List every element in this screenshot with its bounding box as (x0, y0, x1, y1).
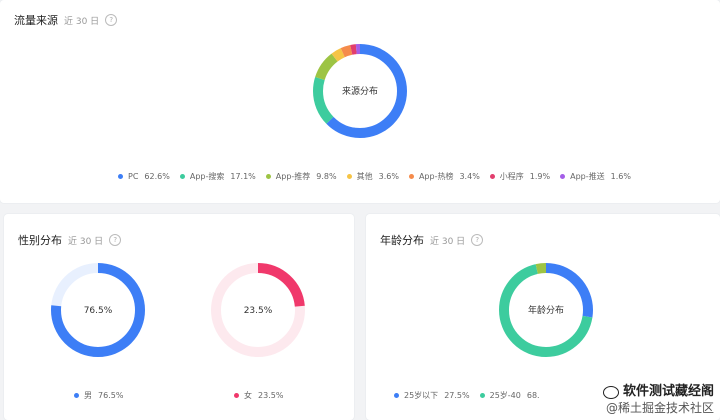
watermark-title: 软件测试藏经阁 (602, 384, 714, 400)
legend-value: 17.1% (230, 172, 256, 181)
legend-item-5[interactable]: 小程序 1.9% (489, 171, 551, 182)
legend-dot (560, 174, 566, 179)
legend-value: 62.6% (144, 172, 170, 181)
legend-value: 9.8% (316, 172, 337, 181)
age-donut-chart: 年龄分布 (499, 263, 593, 357)
traffic-center-label: 来源分布 (342, 85, 378, 97)
male-donut-chart: 76.5% (51, 263, 145, 357)
legend-value: 27.5% (444, 391, 470, 400)
legend-dot (394, 393, 399, 398)
legend-dot (74, 393, 79, 398)
legend-item-4[interactable]: App-热榜 3.4% (408, 171, 480, 182)
legend-item-1[interactable]: App-搜索 17.1% (179, 171, 256, 182)
legend-value: 23.5% (258, 391, 284, 400)
gender-range: 近 30 日 (68, 236, 104, 247)
legend-label: App-搜索 (189, 172, 225, 181)
age-legend: 25岁以下 27.5% 25岁-40 68. (394, 390, 550, 401)
legend-label: 其他 (356, 172, 373, 181)
age-center-label: 年龄分布 (528, 304, 564, 316)
traffic-header: 流量来源 近 30 日 ? (14, 12, 118, 28)
legend-value: 1.6% (610, 172, 631, 181)
legend-label: 小程序 (499, 172, 524, 181)
female-center-label: 23.5% (244, 306, 273, 316)
legend-value: 1.9% (529, 172, 551, 181)
male-center-label: 76.5% (84, 306, 113, 316)
legend-item-0[interactable]: 25岁以下 27.5% (394, 390, 470, 401)
watermark-line1: 软件测试藏经阁 (622, 384, 714, 399)
legend-item-male[interactable]: 男 76.5% (74, 390, 123, 401)
legend-item-1[interactable]: 25岁-40 68. (479, 390, 540, 401)
traffic-help-icon[interactable]: ? (105, 14, 118, 26)
legend-dot (118, 174, 123, 179)
legend-item-2[interactable]: App-推荐 9.8% (265, 171, 337, 182)
traffic-range: 近 30 日 (64, 16, 100, 27)
legend-item-3[interactable]: 其他 3.6% (346, 171, 399, 182)
legend-value: 3.6% (378, 172, 399, 181)
legend-dot (489, 174, 495, 179)
legend-dot (179, 174, 185, 179)
legend-dot (408, 174, 414, 179)
traffic-source-card: 流量来源 近 30 日 ? 来源分布 PC 62.6% App-搜索 17.1% App… (0, 0, 720, 203)
legend-label: 男 (84, 391, 92, 400)
age-range: 近 30 日 (430, 236, 466, 247)
legend-label: 25岁以下 (404, 391, 439, 400)
watermark: 软件测试藏经阁 @稀土掘金技术社区 (602, 384, 714, 416)
age-header: 年龄分布 近 30 日 ? (380, 232, 484, 248)
traffic-donut-chart: 来源分布 (313, 44, 407, 138)
legend-item-female[interactable]: 女 23.5% (234, 390, 283, 401)
legend-label: App-推送 (570, 172, 605, 181)
traffic-title: 流量来源 (14, 14, 58, 27)
watermark-line2: @稀土掘金技术社区 (605, 401, 714, 415)
legend-dot (234, 393, 239, 398)
legend-dot (265, 174, 271, 179)
wechat-icon (602, 385, 619, 399)
female-donut-chart: 23.5% (211, 263, 305, 357)
legend-item-6[interactable]: App-推送 1.6% (560, 171, 631, 182)
age-help-icon[interactable]: ? (471, 234, 484, 246)
age-title: 年龄分布 (380, 234, 424, 247)
gender-header: 性别分布 近 30 日 ? (18, 232, 122, 248)
gender-help-icon[interactable]: ? (109, 234, 122, 246)
legend-label: 25岁-40 (489, 391, 521, 400)
legend-dot (346, 174, 352, 179)
legend-dot (479, 393, 485, 398)
female-legend: 女 23.5% (234, 390, 293, 401)
legend-label: 女 (244, 391, 252, 400)
legend-label: App-热榜 (418, 172, 454, 181)
male-legend: 男 76.5% (74, 390, 133, 401)
legend-label: App-推荐 (275, 172, 311, 181)
legend-value: 76.5% (98, 391, 124, 400)
legend-value: 3.4% (459, 172, 480, 181)
legend-value: 68. (526, 391, 540, 400)
gender-title: 性别分布 (18, 234, 62, 247)
legend-item-0[interactable]: PC 62.6% (118, 172, 170, 181)
legend-label: PC (128, 172, 139, 181)
traffic-legend: PC 62.6% App-搜索 17.1% App-推荐 9.8% 其他 3.6% App-热榜… (118, 171, 641, 182)
